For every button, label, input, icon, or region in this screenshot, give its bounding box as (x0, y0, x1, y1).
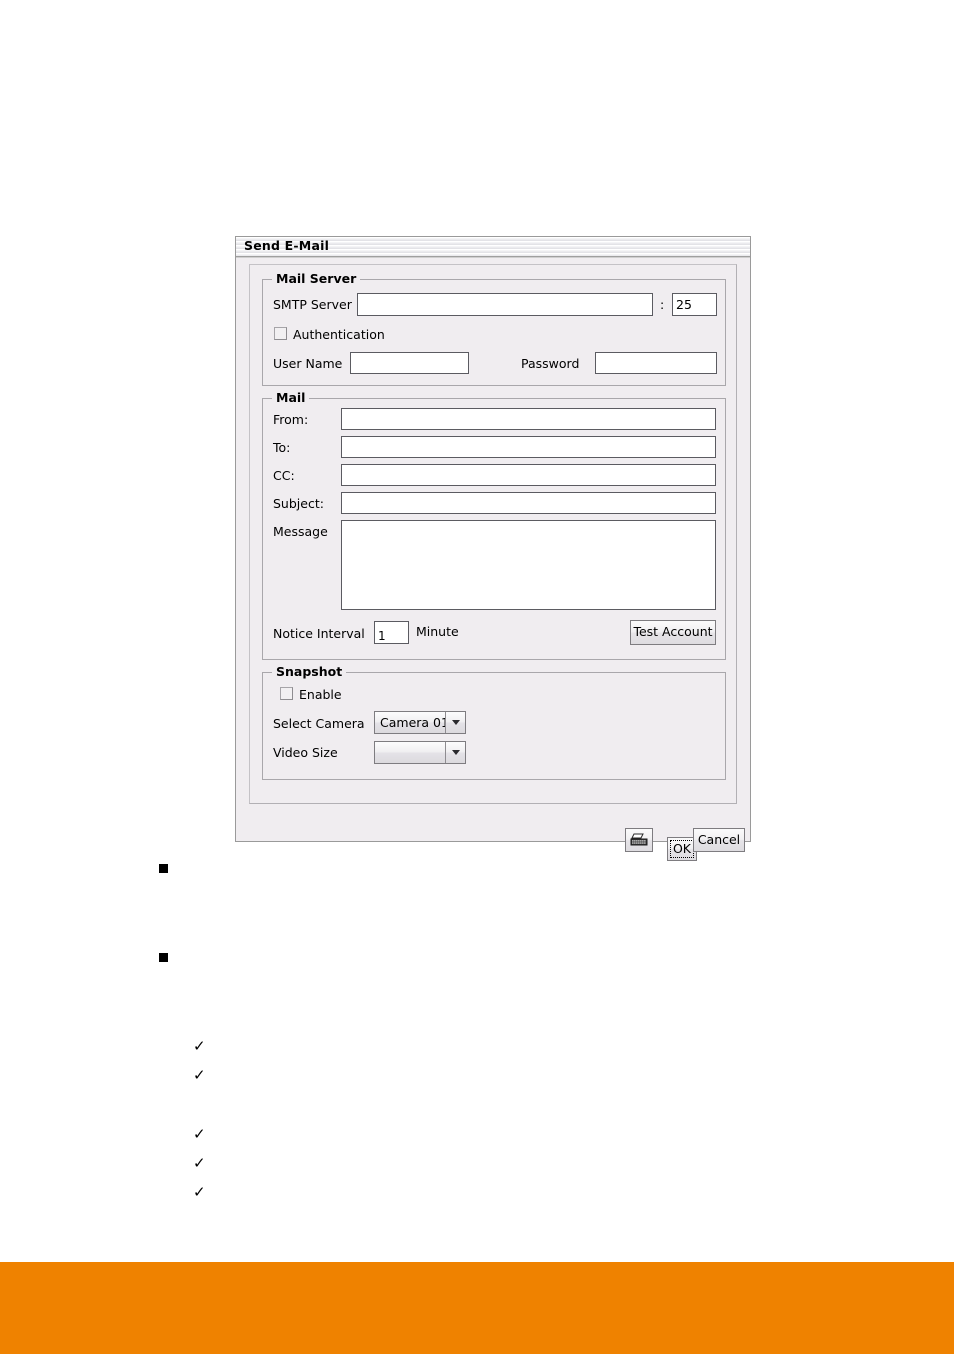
dialog-titlebar: Send E-Mail (236, 237, 750, 258)
mail-group-title: Mail (272, 391, 310, 405)
checkmark-icon: ✓ (193, 1066, 206, 1084)
virtual-keyboard-icon (630, 833, 649, 847)
subject-input[interactable] (341, 492, 716, 514)
square-bullet (159, 953, 168, 962)
user-name-label: User Name (273, 356, 343, 371)
mail-server-group-title: Mail Server (272, 272, 361, 286)
cancel-button[interactable]: Cancel (693, 828, 745, 852)
to-label: To: (273, 440, 291, 455)
notice-interval-unit-label: Minute (416, 624, 459, 639)
notice-interval-input[interactable] (374, 621, 409, 644)
footer-orange-band (0, 1262, 954, 1354)
user-name-input[interactable] (350, 352, 469, 374)
test-account-button-label: Test Account (633, 624, 713, 640)
snapshot-enable-checkbox[interactable] (280, 687, 293, 700)
video-size-label: Video Size (273, 745, 338, 760)
checkmark-icon: ✓ (193, 1154, 206, 1172)
checkmark-icon: ✓ (193, 1183, 206, 1201)
notice-interval-label: Notice Interval (273, 626, 365, 641)
content-panel: Mail Server SMTP Server : Authentication… (249, 264, 737, 804)
from-input[interactable] (341, 408, 716, 430)
virtual-keyboard-button[interactable] (625, 828, 653, 852)
mail-group: Mail From: To: CC: Subject: Message Noti… (262, 391, 726, 660)
snapshot-group: Snapshot Enable Select Camera Camera 01 … (262, 665, 726, 780)
snapshot-enable-label: Enable (299, 687, 342, 702)
mail-server-group: Mail Server SMTP Server : Authentication… (262, 272, 726, 386)
test-account-button[interactable]: Test Account (630, 620, 716, 645)
chevron-down-icon[interactable] (445, 742, 465, 763)
from-label: From: (273, 412, 309, 427)
smtp-server-input[interactable] (357, 293, 653, 316)
dialog-title: Send E-Mail (244, 238, 330, 254)
port-input[interactable] (672, 293, 717, 316)
ok-button-label: OK (672, 840, 692, 856)
password-input[interactable] (595, 352, 717, 374)
port-separator: : (660, 297, 665, 312)
cancel-button-label: Cancel (697, 831, 741, 847)
password-label: Password (521, 356, 580, 371)
cc-label: CC: (273, 468, 295, 483)
send-email-dialog: Send E-Mail Mail Server SMTP Server : Au… (235, 236, 751, 861)
authentication-label: Authentication (293, 327, 385, 342)
subject-label: Subject: (273, 496, 324, 511)
message-label: Message (273, 524, 328, 539)
square-bullet (159, 864, 168, 873)
video-size-combobox[interactable] (374, 741, 466, 764)
chevron-down-icon[interactable] (445, 712, 465, 733)
select-camera-value: Camera 01 (380, 715, 445, 730)
select-camera-combobox[interactable]: Camera 01 (374, 711, 466, 734)
snapshot-group-title: Snapshot (272, 665, 347, 679)
authentication-checkbox[interactable] (274, 327, 287, 340)
message-textarea[interactable] (341, 520, 716, 610)
checkmark-icon: ✓ (193, 1125, 206, 1143)
checkmark-icon: ✓ (193, 1037, 206, 1055)
to-input[interactable] (341, 436, 716, 458)
cc-input[interactable] (341, 464, 716, 486)
video-size-value (375, 742, 445, 763)
smtp-server-label: SMTP Server (273, 297, 352, 312)
select-camera-label: Select Camera (273, 716, 365, 731)
dialog-body: Mail Server SMTP Server : Authentication… (236, 258, 750, 861)
